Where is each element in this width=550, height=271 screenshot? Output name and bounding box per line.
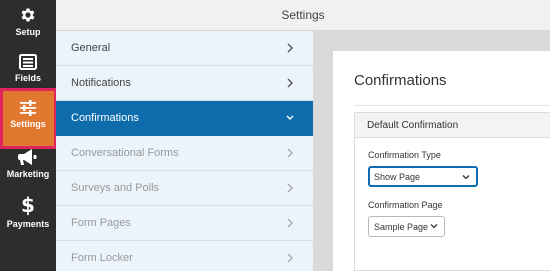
confirmation-type-value: Show Page <box>374 172 421 182</box>
confirmation-page-select[interactable]: Sample Page <box>368 216 445 237</box>
sidebar-item-label: Settings <box>10 119 46 129</box>
page-title: Settings <box>281 8 325 22</box>
default-confirmation-panel: Default Confirmation Confirmation Type S… <box>354 112 550 271</box>
form-fields-icon <box>19 54 37 70</box>
sidebar-item-label: Setup <box>15 27 41 37</box>
chevron-right-icon <box>287 148 293 158</box>
submenu-item-label: General <box>71 42 111 54</box>
section-title: Confirmations <box>354 72 447 89</box>
chevron-right-icon <box>287 253 293 263</box>
sidebar-item-setup[interactable]: Setup <box>0 6 56 44</box>
confirmation-page-label: Confirmation Page <box>368 200 443 210</box>
gear-icon <box>21 8 35 22</box>
chevron-right-icon <box>287 78 293 88</box>
submenu-item-surveys-and-polls[interactable]: Surveys and Polls <box>56 171 313 206</box>
chevron-right-icon <box>287 218 293 228</box>
chevron-right-icon <box>287 43 293 53</box>
megaphone-icon <box>18 149 37 165</box>
submenu-item-label: Conversational Forms <box>71 147 179 159</box>
top-header: Settings <box>56 0 550 31</box>
sidebar-item-marketing[interactable]: Marketing <box>0 148 56 184</box>
dollar-icon: $ <box>21 194 35 216</box>
submenu-item-label: Notifications <box>71 77 131 89</box>
submenu-item-form-locker[interactable]: Form Locker <box>56 241 313 271</box>
sidebar-item-label: Marketing <box>6 169 50 179</box>
submenu-item-label: Confirmations <box>71 112 139 124</box>
sliders-icon <box>20 100 36 116</box>
submenu-item-label: Form Pages <box>71 217 131 229</box>
submenu-item-form-pages[interactable]: Form Pages <box>56 206 313 241</box>
chevron-down-icon <box>286 115 294 120</box>
submenu-item-general[interactable]: General <box>56 31 313 66</box>
settings-submenu: General Notifications Confirmations Conv… <box>56 31 313 271</box>
confirmation-type-select[interactable]: Show Page <box>368 166 478 187</box>
sidebar-item-payments[interactable]: $ Payments <box>0 194 56 234</box>
submenu-item-label: Surveys and Polls <box>71 182 160 194</box>
sidebar-item-fields[interactable]: Fields <box>0 54 56 88</box>
submenu-item-notifications[interactable]: Notifications <box>56 66 313 101</box>
chevron-down-icon <box>462 175 470 180</box>
confirmation-type-label: Confirmation Type <box>368 150 441 160</box>
chevron-down-icon <box>430 224 438 229</box>
submenu-item-confirmations[interactable]: Confirmations <box>56 101 313 136</box>
svg-text:$: $ <box>21 194 35 216</box>
divider <box>354 105 550 106</box>
builder-sidebar: Setup Fields Settings Marketing $ Paymen… <box>0 0 56 271</box>
sidebar-item-settings[interactable]: Settings <box>0 91 56 146</box>
sidebar-item-label: Fields <box>14 73 41 83</box>
chevron-right-icon <box>287 183 293 193</box>
confirmation-page-value: Sample Page <box>374 222 429 232</box>
submenu-item-conversational-forms[interactable]: Conversational Forms <box>56 136 313 171</box>
confirmations-card: Confirmations Default Confirmation Confi… <box>333 51 550 271</box>
sidebar-item-label: Payments <box>6 219 50 229</box>
submenu-item-label: Form Locker <box>71 252 133 264</box>
panel-header[interactable]: Default Confirmation <box>355 113 550 138</box>
